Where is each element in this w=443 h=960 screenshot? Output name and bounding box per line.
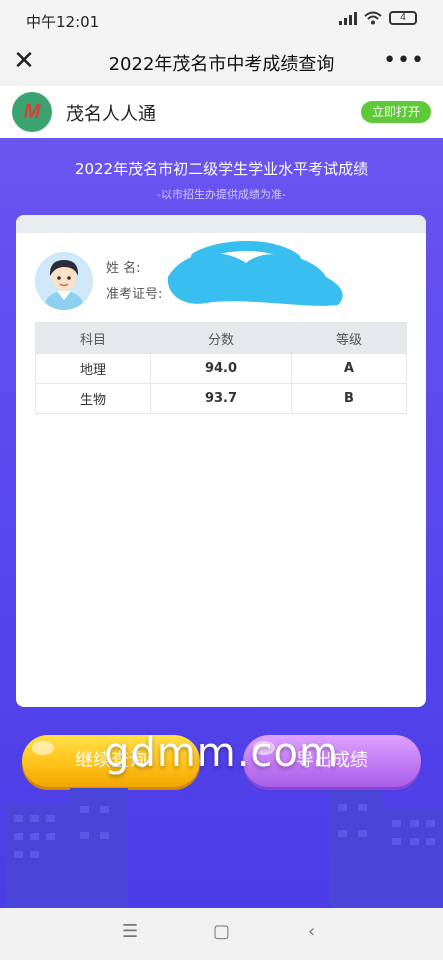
nav-bar: ✕ 2022年茂名市中考成绩查询 ••• [0, 40, 443, 86]
battery-icon: 4 [389, 11, 417, 25]
page-title: 2022年茂名市中考成绩查询 [108, 54, 335, 75]
close-icon[interactable]: ✕ [12, 46, 36, 78]
column-header: 科目 [34, 322, 152, 354]
subject-cell: 地理 [34, 353, 152, 384]
grade-cell: A [290, 353, 408, 384]
open-app-button[interactable]: 立即打开 [361, 101, 431, 123]
building [70, 788, 128, 908]
column-header: 等级 [290, 322, 408, 354]
result-panel: 2022年茂名市初二级学生学业水平考试成绩 -以市招生办提供成绩为准- 姓 名:… [0, 138, 443, 908]
building [330, 790, 382, 908]
app-logo: M [12, 92, 52, 132]
home-icon[interactable]: ▢ [213, 921, 230, 942]
wifi-icon [364, 11, 382, 25]
building [6, 803, 70, 908]
student-name-label: 姓 名: [106, 261, 141, 276]
column-header: 分数 [150, 322, 292, 354]
app-logo-text: M [23, 100, 41, 123]
exam-title: 2022年茂名市初二级学生学业水平考试成绩 [74, 160, 369, 178]
city-skyline [0, 778, 443, 908]
score-table: 科目 分数 等级 地理 94.0 A 生物 93.7 B [34, 322, 408, 414]
signal-icon [339, 11, 357, 25]
score-cell: 93.7 [150, 383, 292, 414]
score-table-header: 科目 分数 等级 [34, 322, 408, 354]
status-bar: 中午12:01 4 [0, 0, 443, 40]
status-time: 中午12:01 [26, 13, 100, 31]
table-row: 生物 93.7 B [34, 383, 408, 414]
exam-subtitle: -以市招生办提供成绩为准- [157, 188, 286, 201]
student-id-label: 准考证号: [106, 287, 163, 302]
menu-icon[interactable]: ☰ [122, 921, 138, 942]
status-icons: 4 [339, 11, 417, 25]
table-row: 地理 94.0 A [34, 353, 408, 384]
score-card: 姓 名: 准考证号: 科目 分数 等级 地理 94.0 A 生物 93.7 B [16, 215, 426, 707]
student-avatar-icon [35, 252, 93, 310]
site-watermark: gdmm.com [104, 730, 339, 776]
score-cell: 94.0 [150, 353, 292, 384]
system-nav-bar: ☰ ▢ ‹ [0, 908, 443, 960]
student-avatar [35, 252, 93, 310]
app-name: 茂名人人通 [66, 104, 156, 125]
redaction-scribble [167, 240, 343, 306]
app-banner: M 茂名人人通 立即打开 [0, 86, 443, 138]
more-menu-icon[interactable]: ••• [383, 48, 425, 73]
subject-cell: 生物 [34, 383, 152, 414]
grade-cell: B [290, 383, 408, 414]
back-icon[interactable]: ‹ [308, 921, 315, 942]
card-top-strip [16, 215, 426, 233]
building [382, 808, 443, 908]
